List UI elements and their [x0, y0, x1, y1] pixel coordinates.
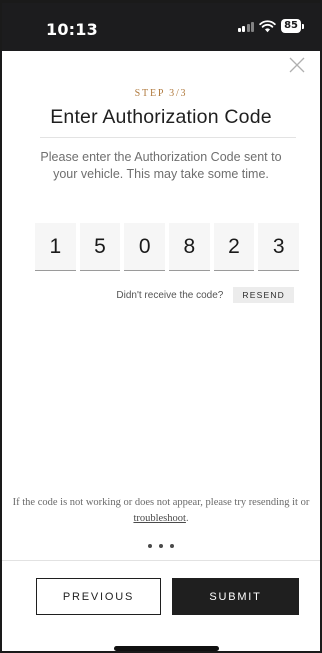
progress-dot: [170, 544, 174, 548]
status-time: 10:13: [46, 20, 98, 39]
submit-button[interactable]: SUBMIT: [172, 578, 299, 615]
close-icon[interactable]: [288, 56, 306, 74]
code-digit-1[interactable]: 1: [35, 223, 76, 271]
app-screen: 10:13 85 STEP 3/3 Enter Authorization Co…: [0, 0, 322, 653]
signal-icon: [237, 21, 255, 32]
progress-dot: [159, 544, 163, 548]
resend-row: Didn't receive the code? RESEND: [116, 287, 294, 303]
troubleshoot-link[interactable]: troubleshoot: [133, 513, 186, 524]
resend-button[interactable]: RESEND: [233, 287, 294, 303]
help-text: If the code is not working or does not a…: [12, 495, 310, 527]
wifi-icon: [259, 19, 276, 32]
resend-prompt: Didn't receive the code?: [116, 289, 224, 301]
progress-dot: [148, 544, 152, 548]
status-bar: 10:13 85: [2, 3, 320, 51]
progress-dots: [2, 544, 320, 548]
status-icons: 85: [237, 19, 304, 33]
instructions-text: Please enter the Authorization Code sent…: [40, 150, 282, 181]
help-text-body: If the code is not working or does not a…: [12, 497, 310, 508]
code-digit-3[interactable]: 0: [124, 223, 166, 271]
code-digit-4[interactable]: 8: [169, 223, 210, 271]
code-input-group: 1 5 0 8 2 3: [35, 223, 300, 271]
page-title: Enter Authorization Code: [50, 106, 272, 128]
title-divider: [40, 137, 296, 138]
code-digit-6[interactable]: 3: [258, 223, 300, 271]
code-digit-5[interactable]: 2: [213, 223, 255, 271]
previous-button[interactable]: PREVIOUS: [36, 578, 161, 615]
help-text-end: .: [185, 513, 189, 524]
battery-icon: 85: [281, 19, 304, 33]
home-indicator[interactable]: [114, 646, 219, 651]
step-indicator: STEP 3/3: [134, 88, 188, 99]
footer-divider: [2, 560, 320, 561]
battery-level: 85: [281, 19, 301, 33]
code-digit-2[interactable]: 5: [79, 223, 121, 271]
